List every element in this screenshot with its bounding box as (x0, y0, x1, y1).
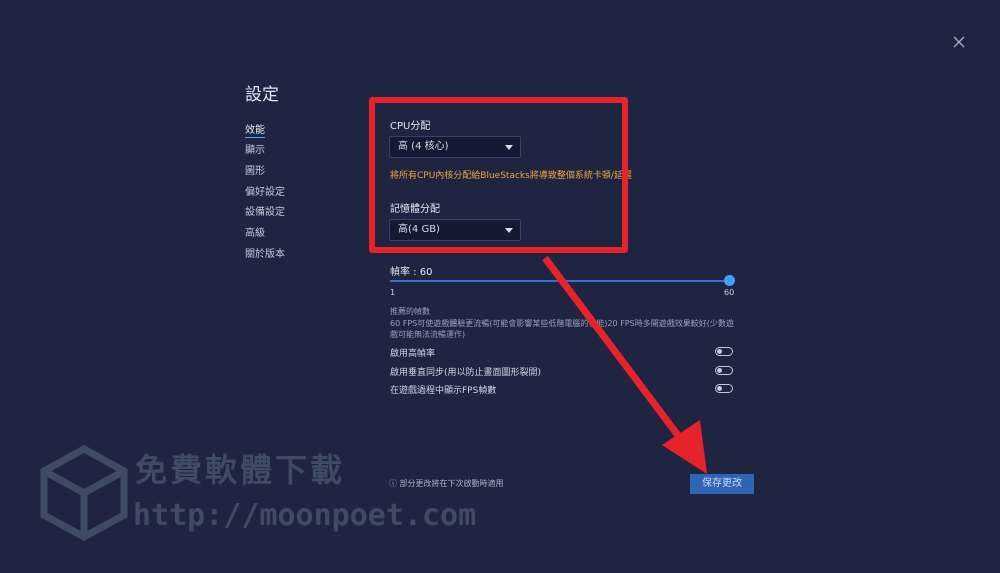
restart-note-text: 部分更改將在下次啟動時適用 (399, 479, 504, 488)
restart-note: ⓘ 部分更改將在下次啟動時適用 (389, 478, 504, 489)
watermark-url: http://moonpoet.com (133, 498, 477, 533)
info-icon: ⓘ (389, 479, 397, 488)
watermark-text: 免費軟體下載 (135, 451, 346, 489)
cube-logo-icon (40, 445, 128, 541)
save-changes-button[interactable]: 保存更改 (690, 474, 754, 494)
